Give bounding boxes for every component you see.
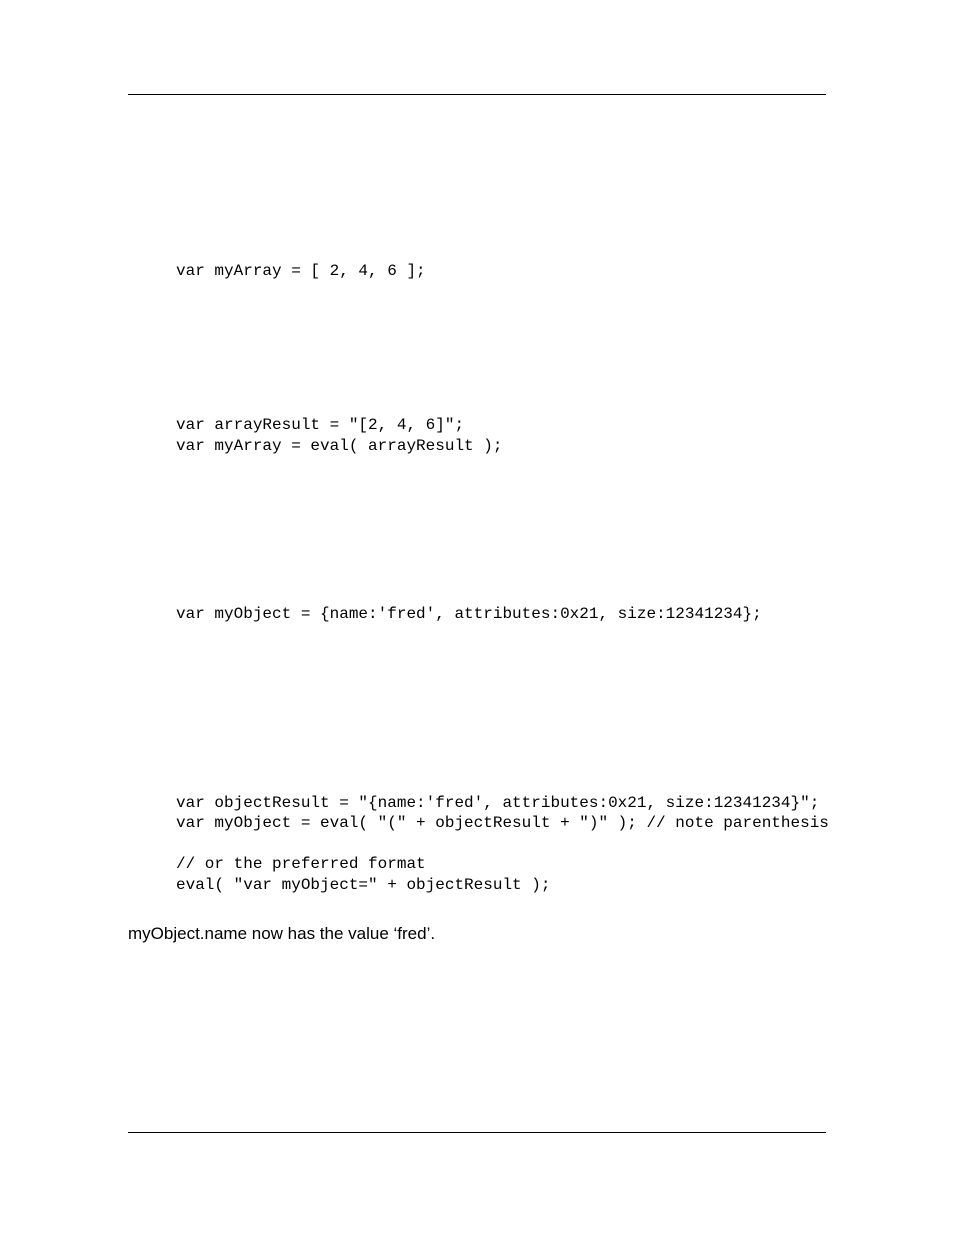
code-line: var myArray = eval( arrayResult ); (176, 437, 502, 455)
footer-rule (128, 1132, 826, 1133)
code-block-2: var arrayResult = "[2, 4, 6]"; var myArr… (176, 415, 826, 456)
spacer (128, 456, 826, 604)
prose-paragraph: myObject.name now has the value ‘fred’. (128, 923, 826, 945)
code-block-4: var objectResult = "{name:'fred', attrib… (176, 793, 826, 895)
code-line: eval( "var myObject=" + objectResult ); (176, 876, 550, 894)
code-block-1: var myArray = [ 2, 4, 6 ]; (176, 261, 826, 281)
document-page: var myArray = [ 2, 4, 6 ]; var arrayResu… (0, 0, 954, 1235)
code-line: var myObject = eval( "(" + objectResult … (176, 814, 829, 832)
spacer (128, 141, 826, 261)
code-line: var arrayResult = "[2, 4, 6]"; (176, 416, 464, 434)
code-line: // or the preferred format (176, 855, 426, 873)
spacer (128, 625, 826, 793)
code-line: var objectResult = "{name:'fred', attrib… (176, 794, 819, 812)
spacer (128, 281, 826, 415)
code-line: var myArray = [ 2, 4, 6 ]; (176, 262, 426, 280)
code-block-3: var myObject = {name:'fred', attributes:… (176, 604, 826, 624)
page-content: var myArray = [ 2, 4, 6 ]; var arrayResu… (128, 95, 826, 945)
code-line: var myObject = {name:'fred', attributes:… (176, 605, 762, 623)
